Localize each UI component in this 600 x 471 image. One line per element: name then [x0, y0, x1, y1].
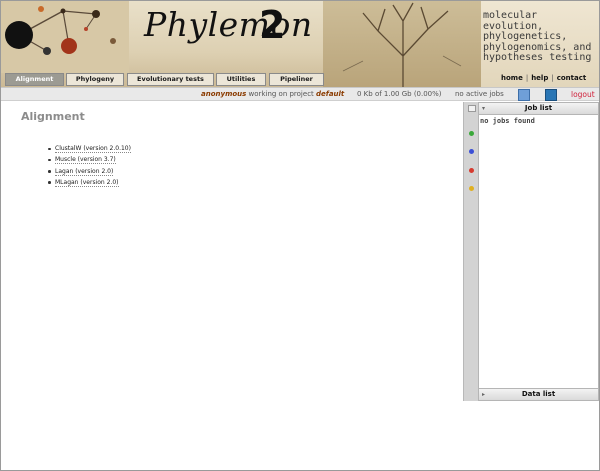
tree-artwork	[323, 1, 481, 87]
username: anonymous	[201, 90, 247, 98]
collapse-panel-button[interactable]	[468, 105, 476, 112]
working-text: working on project	[246, 90, 317, 98]
data-list-title: Data list	[521, 390, 556, 398]
site-tagline: molecular evolution, phylogenetics, phyl…	[483, 10, 599, 64]
tool-link-clustalw[interactable]: ClustalW (version 2.0.10)	[55, 145, 131, 153]
tool-link-lagan[interactable]: Lagan (version 2.0)	[55, 167, 114, 176]
blue-status-icon[interactable]	[469, 149, 474, 154]
list-item: MLagan (version 2.0)	[48, 177, 131, 188]
tab-phylogeny[interactable]: Phylogeny	[66, 73, 124, 86]
list-item: Lagan (version 2.0)	[48, 166, 131, 177]
logo-version-digit: 2	[259, 3, 286, 47]
page-title: Alignment	[21, 110, 85, 123]
storage-quota: 0 Kb of 1.00 Gb (0.00%)	[357, 90, 442, 98]
upload-data-icon[interactable]	[545, 89, 557, 101]
tool-link-muscle[interactable]: Muscle (version 3.7)	[55, 156, 116, 165]
tab-utilities[interactable]: Utilities	[216, 73, 266, 86]
green-status-icon[interactable]	[469, 131, 474, 136]
active-jobs-status: no active jobs	[455, 90, 504, 98]
side-toolbar	[463, 102, 479, 401]
tagline-line: phylogenetics,	[483, 31, 568, 42]
caret-down-icon: ▾	[482, 105, 486, 112]
tool-list: ClustalW (version 2.0.10) Muscle (versio…	[48, 143, 131, 188]
phylogenetic-tree-icon	[342, 2, 462, 87]
link-separator: |	[525, 74, 529, 82]
tagline-line: hypotheses testing	[483, 52, 592, 63]
tab-evolutionary-tests[interactable]: Evolutionary tests	[127, 73, 214, 86]
logout-link[interactable]: logout	[571, 90, 595, 99]
contact-link[interactable]: contact	[557, 74, 587, 82]
help-link[interactable]: help	[531, 74, 548, 82]
site-header: Phylemon 2 molecular evolution, phylogen…	[1, 1, 599, 87]
red-status-icon[interactable]	[469, 168, 474, 173]
job-list-empty: no jobs found	[480, 117, 535, 125]
caret-right-icon: ▸	[482, 391, 486, 398]
job-list-header[interactable]: ▾ Job list	[479, 103, 598, 115]
top-links: home | help | contact	[501, 74, 586, 82]
open-folder-icon[interactable]	[518, 89, 530, 101]
list-item: Muscle (version 3.7)	[48, 154, 131, 165]
data-list-header[interactable]: ▸ Data list	[479, 388, 598, 400]
job-list-title: Job list	[524, 104, 553, 112]
status-bar: anonymous working on project default 0 K…	[1, 87, 599, 101]
link-separator: |	[551, 74, 554, 82]
project-name: default	[316, 90, 345, 98]
tagline-line: molecular evolution,	[483, 10, 544, 32]
tool-link-mlagan[interactable]: MLagan (version 2.0)	[55, 178, 119, 187]
logo-wordmark: Phylemon	[144, 5, 313, 44]
job-list-panel: ▾ Job list no jobs found ▸ Data list	[478, 102, 599, 401]
molecule-art-icon	[1, 1, 129, 73]
home-link[interactable]: home	[501, 74, 523, 82]
yellow-status-icon[interactable]	[469, 186, 474, 191]
session-info: anonymous working on project default	[201, 90, 344, 98]
tab-alignment[interactable]: Alignment	[5, 73, 64, 86]
list-item: ClustalW (version 2.0.10)	[48, 143, 131, 154]
tab-pipeliner[interactable]: Pipeliner	[269, 73, 324, 86]
